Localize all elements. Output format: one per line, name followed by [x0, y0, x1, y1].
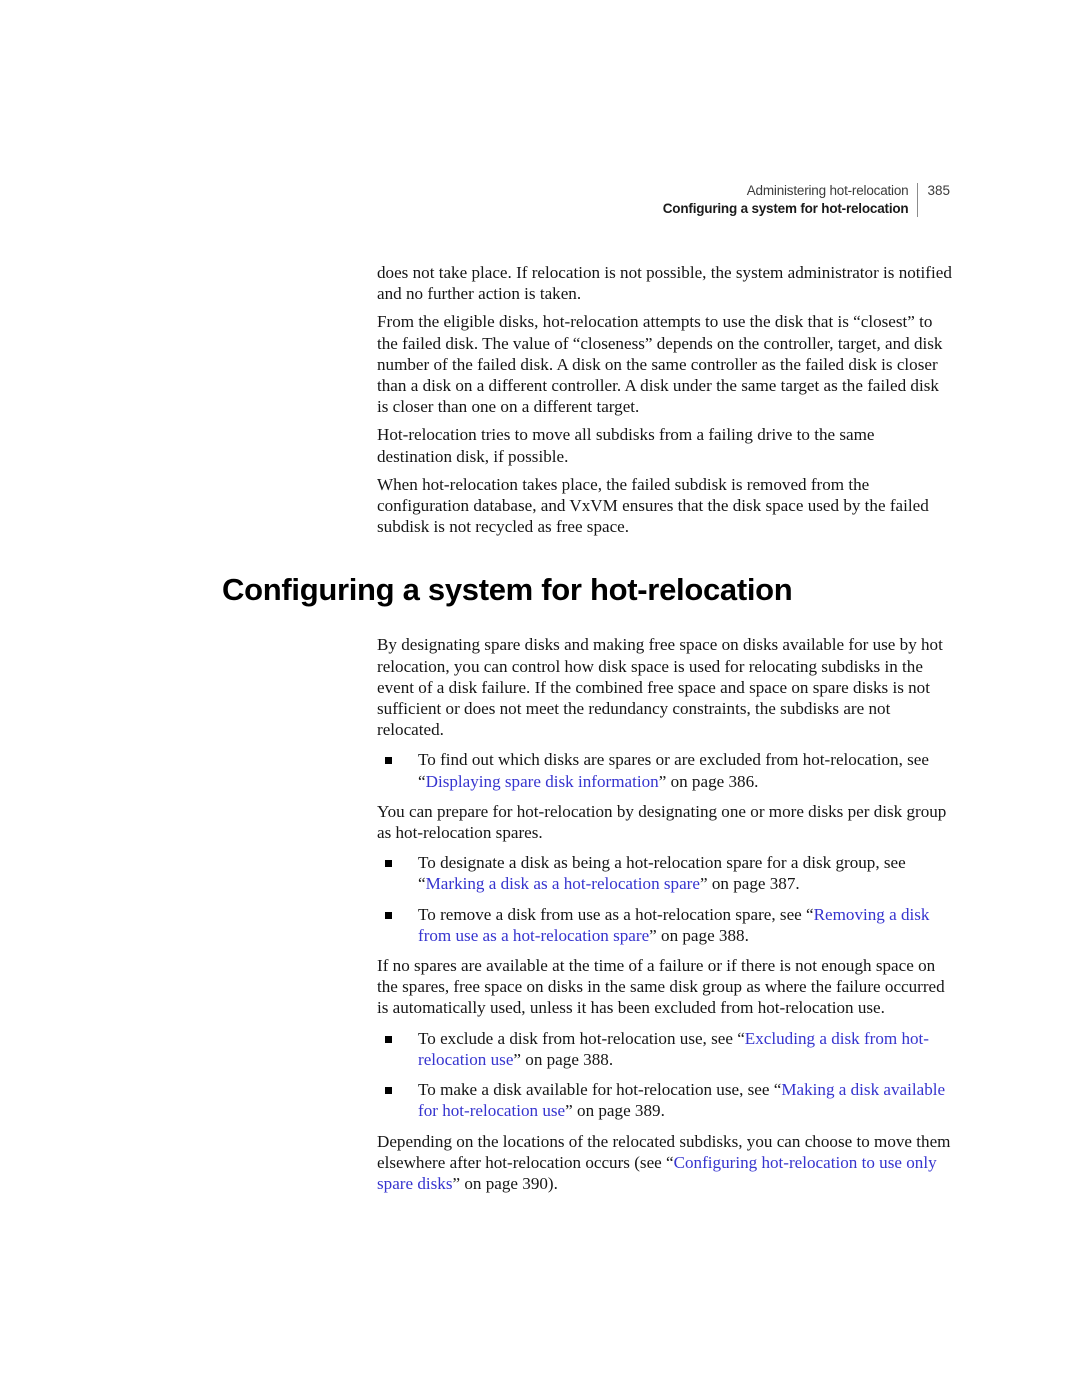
running-header-section: Configuring a system for hot-relocation — [662, 201, 909, 216]
paragraph-continuation: does not take place. If relocation is no… — [377, 263, 952, 304]
list-item-tail-text: ” on page 389. — [565, 1101, 665, 1121]
paragraph-relocated-subdisk-move: Depending on the locations of the reloca… — [377, 1131, 952, 1195]
list-item-lead-text: To make a disk available for hot-relocat… — [418, 1080, 782, 1100]
paragraph-same-destination: Hot-relocation tries to move all subdisk… — [377, 425, 875, 466]
list-item: To make a disk available for hot-relocat… — [377, 1079, 957, 1121]
bullet-list-spare-management: To designate a disk as being a hot-reloc… — [377, 852, 957, 946]
paragraph-spare-disks-intro: By designating spare disks and making fr… — [377, 635, 943, 740]
list-item: To remove a disk from use as a hot-reloc… — [377, 904, 957, 946]
document-page: Administering hot-relocation Configuring… — [0, 0, 1080, 1397]
page-number: 385 — [927, 183, 950, 198]
paragraph-tail-text: ” on page 390). — [452, 1173, 558, 1193]
running-header-titles: Administering hot-relocation Configuring… — [663, 182, 918, 218]
list-item-lead-text: To remove a disk from use as a hot-reloc… — [418, 904, 814, 924]
square-bullet-icon — [385, 1035, 392, 1043]
bullet-list-exclude-include: To exclude a disk from hot-relocation us… — [377, 1028, 957, 1122]
section-heading: Configuring a system for hot-relocation — [222, 572, 793, 608]
list-item: To exclude a disk from hot-relocation us… — [377, 1028, 957, 1070]
paragraph-subdisk-removal: When hot-relocation takes place, the fai… — [377, 474, 929, 537]
list-item-tail-text: ” on page 388. — [649, 925, 749, 945]
page-content: does not take place. If relocation is no… — [222, 262, 952, 1201]
list-item-lead-text: To exclude a disk from hot-relocation us… — [418, 1028, 745, 1048]
bullet-list-spares-info: To find out which disks are spares or ar… — [377, 749, 957, 791]
square-bullet-icon — [385, 1087, 392, 1095]
running-header-chapter: Administering hot-relocation — [746, 183, 909, 198]
square-bullet-icon — [385, 860, 392, 868]
cross-reference-link[interactable]: Marking a disk as a hot-relocation spare — [426, 874, 700, 893]
list-item-tail-text: ” on page 388. — [513, 1049, 614, 1069]
square-bullet-icon — [385, 911, 392, 919]
list-item-tail-text: ” on page 386. — [658, 771, 759, 791]
list-item-tail-text: ” on page 387. — [699, 874, 800, 894]
list-item: To designate a disk as being a hot-reloc… — [377, 852, 957, 894]
paragraph-no-spares-available: If no spares are available at the time o… — [377, 956, 945, 1018]
cross-reference-link[interactable]: Displaying spare disk information — [426, 772, 659, 791]
paragraph-prepare-spares: You can prepare for hot-relocation by de… — [377, 801, 947, 843]
list-item: To find out which disks are spares or ar… — [377, 749, 957, 791]
running-header: Administering hot-relocation Configuring… — [663, 182, 950, 218]
paragraph-closeness: From the eligible disks, hot-relocation … — [377, 312, 943, 417]
square-bullet-icon — [385, 757, 392, 765]
